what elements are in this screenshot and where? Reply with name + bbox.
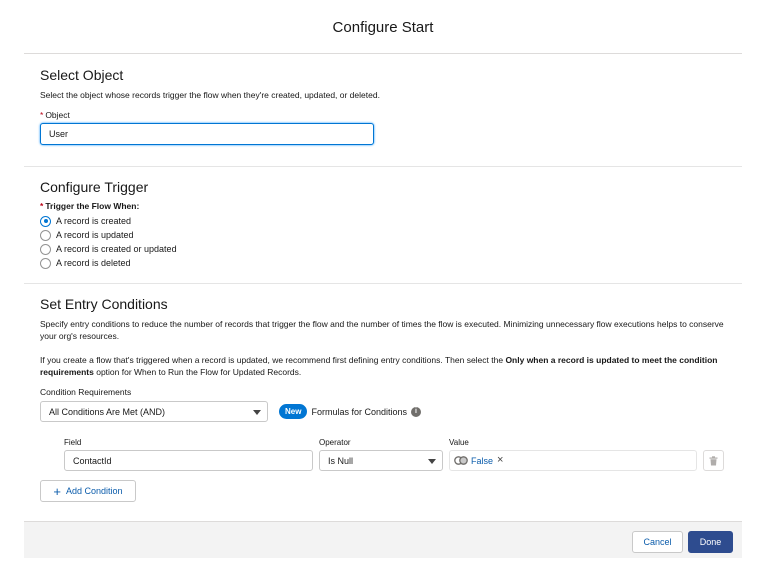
radio-label: A record is deleted	[56, 258, 131, 268]
operator-select[interactable]: Is Null	[319, 450, 443, 471]
modal-title: Configure Start	[332, 19, 434, 36]
operator-header: Operator	[319, 438, 351, 447]
field-input[interactable]: ContactId	[64, 450, 313, 471]
configure-trigger-section: Configure Trigger * Trigger the Flow When…	[24, 167, 742, 284]
condition-requirements-label: Condition Requirements	[40, 387, 132, 397]
required-marker: *	[40, 110, 44, 120]
new-badge: New	[279, 404, 308, 419]
condition-requirements-value: All Conditions Are Met (AND)	[49, 406, 166, 417]
value-input[interactable]: False ×	[449, 450, 697, 471]
radio-option-updated[interactable]: A record is updated	[40, 228, 726, 242]
trigger-label-text: Trigger the Flow When:	[45, 201, 140, 211]
entry-conditions-description: Specify entry conditions to reduce the n…	[40, 319, 724, 341]
object-label: * Object	[40, 110, 726, 120]
value-pill-label: False	[471, 455, 494, 466]
recommendation-text-end: option for When to Run the Flow for Upda…	[93, 367, 302, 377]
formulas-for-conditions-label: Formulas for Conditions	[311, 406, 407, 417]
modal-footer: Cancel Done	[24, 521, 742, 558]
recommendation-text: If you create a flow that's triggered wh…	[40, 355, 506, 365]
radio-button[interactable]	[40, 257, 51, 269]
add-condition-button[interactable]: + Add Condition	[40, 480, 136, 502]
cancel-button[interactable]: Cancel	[632, 531, 683, 553]
object-input[interactable]: User	[40, 123, 374, 145]
entry-conditions-recommendation: If you create a flow that's triggered wh…	[40, 354, 726, 378]
plus-icon: +	[53, 483, 62, 499]
select-object-heading: Select Object	[40, 67, 124, 83]
trash-icon	[709, 455, 718, 465]
required-marker: *	[40, 201, 44, 211]
radio-label: A record is updated	[56, 230, 134, 240]
condition-headers: Field Operator Value	[40, 438, 726, 447]
radio-option-created[interactable]: A record is created	[40, 214, 726, 228]
info-icon[interactable]: i	[411, 406, 421, 417]
entry-conditions-section: Set Entry Conditions Specify entry condi…	[24, 284, 742, 521]
select-object-section: Select Object Select the object whose re…	[24, 54, 742, 167]
delete-condition-button[interactable]	[703, 450, 724, 471]
condition-row: ContactId Is Null False ×	[40, 450, 726, 471]
condition-requirements-select[interactable]: All Conditions Are Met (AND)	[40, 401, 268, 422]
radio-button[interactable]	[40, 215, 51, 227]
entry-conditions-heading: Set Entry Conditions	[40, 296, 168, 312]
done-button[interactable]: Done	[688, 531, 733, 553]
radio-label: A record is created	[56, 216, 132, 226]
add-condition-label: Add Condition	[66, 486, 123, 496]
condition-requirements-row: All Conditions Are Met (AND) New Formula…	[40, 401, 726, 422]
value-header: Value	[449, 438, 469, 447]
radio-button[interactable]	[40, 229, 51, 241]
select-object-description: Select the object whose records trigger …	[40, 90, 380, 100]
chevron-down-icon	[253, 410, 261, 415]
field-header: Field	[64, 438, 82, 447]
operator-value: Is Null	[328, 455, 354, 466]
radio-button[interactable]	[40, 243, 51, 255]
configure-start-modal: Configure Start Select Object Select the…	[24, 0, 742, 558]
value-pill[interactable]: False ×	[454, 455, 503, 466]
modal-header: Configure Start	[24, 0, 742, 54]
toggle-circles-icon	[454, 456, 468, 465]
object-label-text: Object	[45, 110, 70, 120]
radio-option-created-or-updated[interactable]: A record is created or updated	[40, 242, 726, 256]
trigger-label: * Trigger the Flow When:	[40, 201, 726, 211]
radio-option-deleted[interactable]: A record is deleted	[40, 256, 726, 270]
close-icon[interactable]: ×	[497, 455, 503, 466]
configure-trigger-heading: Configure Trigger	[40, 179, 149, 195]
chevron-down-icon	[428, 459, 436, 464]
radio-label: A record is created or updated	[56, 244, 177, 254]
